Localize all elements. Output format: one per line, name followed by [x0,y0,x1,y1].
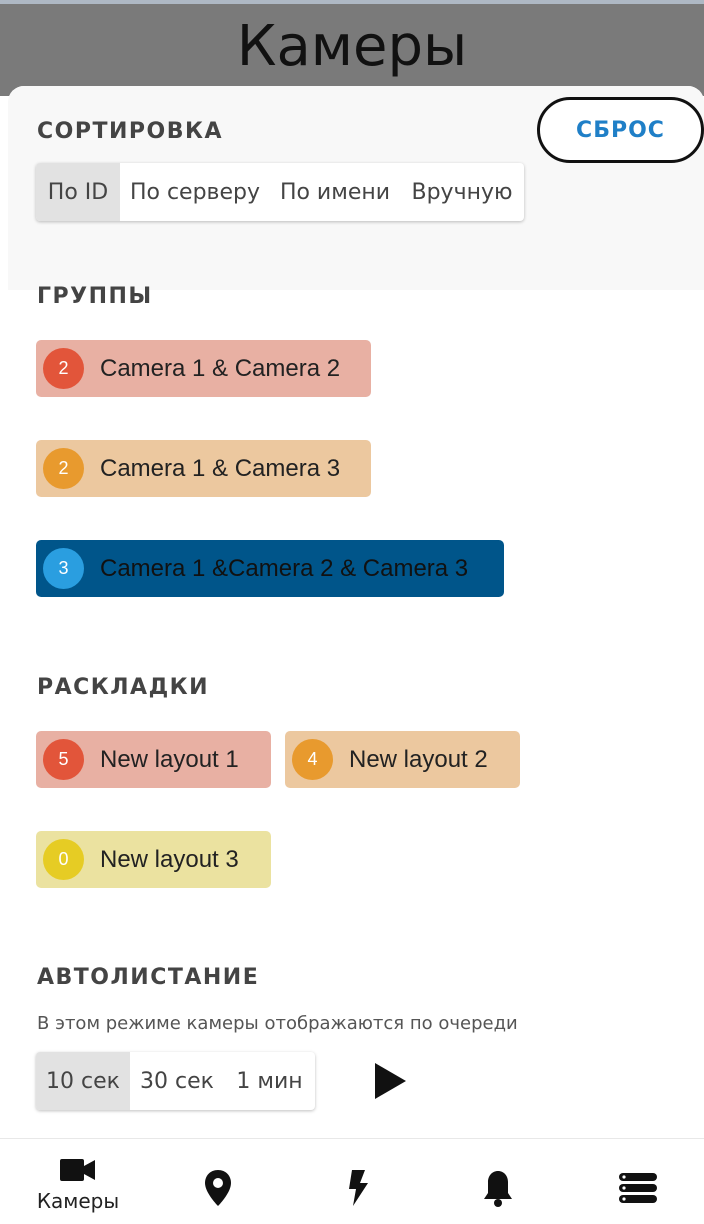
group-label: Camera 1 & Camera 2 [100,354,341,382]
group-chip[interactable]: 2 Camera 1 & Camera 2 [36,340,371,397]
autoscroll-description: В этом режиме камеры отображаются по оче… [37,1013,518,1034]
layout-label: New layout 3 [100,845,239,873]
sort-option-manual[interactable]: Вручную [400,163,524,221]
sorting-title: СОРТИРОВКА [37,119,223,144]
interval-option-30s[interactable]: 30 сек [130,1052,224,1110]
interval-option-10s[interactable]: 10 сек [36,1052,130,1110]
nav-item-events[interactable] [343,1169,373,1207]
layout-chip[interactable]: 4 New layout 2 [285,731,520,788]
server-stack-icon [619,1173,657,1203]
layout-label: New layout 1 [100,745,239,773]
sort-option-server[interactable]: По серверу [120,163,270,221]
count-badge: 4 [292,739,333,780]
page-title: Камеры [236,14,468,79]
layout-chip[interactable]: 0 New layout 3 [36,831,271,888]
count-badge: 2 [43,448,84,489]
nav-label-cameras: Камеры [36,1189,120,1213]
group-chip[interactable]: 2 Camera 1 & Camera 3 [36,440,371,497]
interval-segmented-control: 10 сек 30 сек 1 мин [36,1052,315,1110]
layouts-title: РАСКЛАДКИ [37,675,210,700]
bottom-navigation: Камеры [0,1138,704,1224]
group-label: Camera 1 & Camera 3 [100,454,341,482]
layout-label: New layout 2 [349,745,488,773]
autoscroll-title: АВТОЛИСТАНИЕ [37,965,260,990]
reset-button[interactable]: СБРОС [537,97,704,163]
status-line [0,0,704,4]
bell-icon [484,1171,512,1207]
camera-icon [60,1159,95,1181]
count-badge: 5 [43,739,84,780]
play-icon[interactable] [372,1062,408,1100]
groups-title: ГРУППЫ [37,284,153,309]
sort-option-id[interactable]: По ID [36,163,120,221]
nav-item-map[interactable] [200,1169,236,1207]
layout-chip[interactable]: 5 New layout 1 [36,731,271,788]
sort-segmented-control: По ID По серверу По имени Вручную [36,163,524,221]
interval-option-1m[interactable]: 1 мин [224,1052,315,1110]
map-pin-icon [205,1170,231,1206]
group-label: Camera 1 &Camera 2 & Camera 3 [100,554,469,582]
count-badge: 0 [43,839,84,880]
count-badge: 3 [43,548,84,589]
app-header: Камеры [0,0,704,96]
nav-item-notifications[interactable] [480,1169,516,1207]
nav-item-servers[interactable] [618,1173,658,1203]
group-chip[interactable]: 3 Camera 1 &Camera 2 & Camera 3 [36,540,504,597]
sort-option-name[interactable]: По имени [270,163,400,221]
nav-item-cameras[interactable]: Камеры [24,1157,132,1213]
count-badge: 2 [43,348,84,389]
lightning-icon [349,1170,368,1206]
